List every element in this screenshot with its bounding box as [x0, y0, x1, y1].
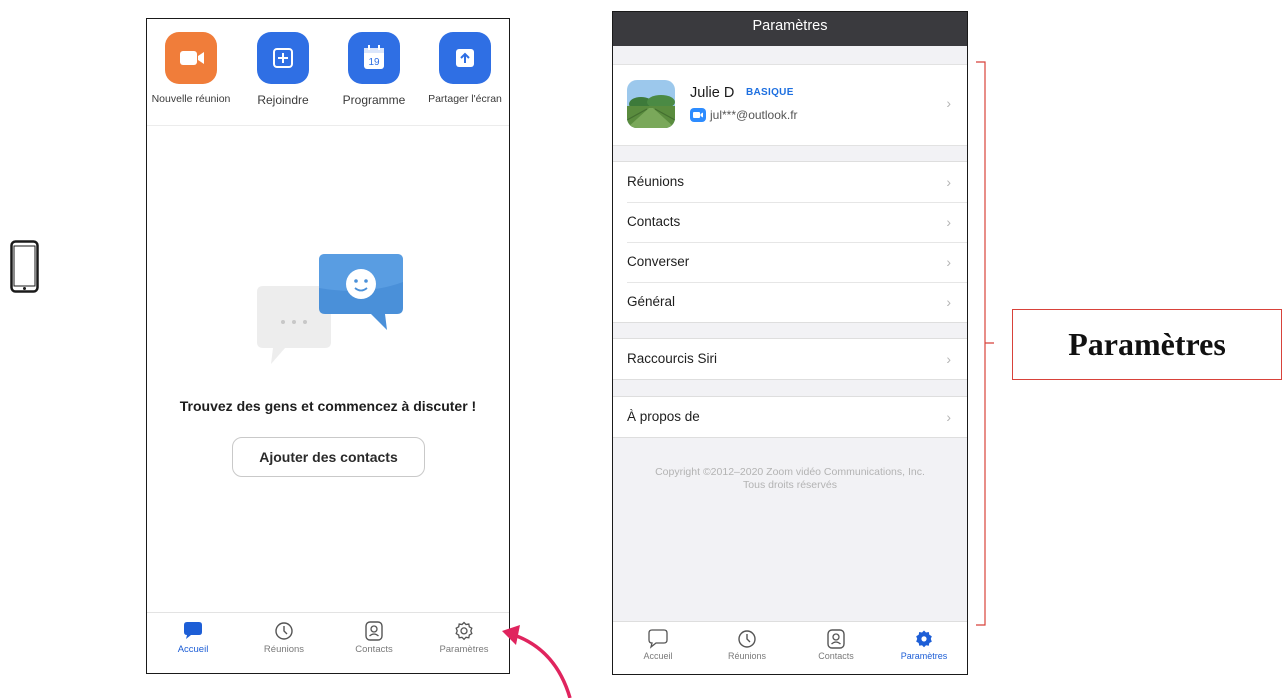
- quick-actions-bar: Nouvelle réunion Rejoindre 19 Programme: [147, 19, 509, 126]
- chat-illustration: [257, 254, 403, 364]
- tab-settings[interactable]: Paramètres: [424, 621, 504, 655]
- tab-meetings[interactable]: Réunions: [707, 629, 787, 661]
- tab-home-label: Accueil: [643, 651, 673, 661]
- chevron-right-icon: ›: [946, 294, 951, 310]
- settings-item-contacts[interactable]: Contacts ›: [613, 202, 967, 242]
- chat-bubble-icon: [184, 622, 202, 639]
- new-meeting-label: Nouvelle réunion: [151, 93, 231, 105]
- tab-contacts[interactable]: Contacts: [796, 629, 876, 661]
- join-button[interactable]: Rejoindre: [238, 32, 328, 107]
- bottom-nav: Accueil Réunions Contacts Paramètres: [147, 612, 509, 673]
- chevron-right-icon: ›: [946, 351, 951, 367]
- new-meeting-button[interactable]: Nouvelle réunion: [147, 32, 236, 105]
- settings-group-about: À propos de ›: [613, 396, 967, 438]
- tab-home-label: Accueil: [177, 644, 209, 655]
- video-camera-icon: [165, 32, 217, 84]
- avatar: [627, 80, 675, 128]
- profile-row[interactable]: Julie D BASIQUE jul***@outlook.fr ›: [613, 64, 967, 146]
- calendar-icon: 19: [348, 32, 400, 84]
- chevron-right-icon: ›: [946, 254, 951, 270]
- profile-email: jul***@outlook.fr: [710, 108, 798, 122]
- copyright-line-2: Tous droits réservés: [743, 479, 837, 491]
- contact-card-icon: [365, 621, 383, 641]
- settings-item-about[interactable]: À propos de ›: [613, 397, 967, 437]
- zoom-video-icon: [690, 108, 706, 122]
- chevron-right-icon: ›: [946, 409, 951, 425]
- settings-item-meetings[interactable]: Réunions ›: [613, 162, 967, 202]
- tab-meetings-label: Réunions: [727, 651, 767, 661]
- settings-callout-label: Paramètres: [1012, 309, 1282, 380]
- tab-contacts-label: Contacts: [355, 644, 393, 655]
- tab-contacts[interactable]: Contacts: [334, 621, 414, 655]
- curved-arrow-icon: [502, 625, 572, 698]
- tab-contacts-label: Contacts: [818, 651, 854, 661]
- settings-item-general[interactable]: Général ›: [613, 282, 967, 322]
- settings-item-label: Réunions: [627, 174, 685, 189]
- profile-name: Julie D: [690, 85, 735, 101]
- empty-state-title: Trouvez des gens et commencez à discuter…: [179, 398, 477, 414]
- tab-settings[interactable]: Paramètres: [884, 629, 964, 661]
- calendar-day: 19: [368, 57, 380, 68]
- annotation-bracket: [976, 61, 994, 626]
- tab-home[interactable]: Accueil: [618, 629, 698, 661]
- settings-item-label: Converser: [627, 254, 690, 269]
- settings-group-main: Réunions › Contacts › Converser › Généra…: [613, 161, 967, 323]
- settings-item-siri-shortcuts[interactable]: Raccourcis Siri ›: [613, 339, 967, 379]
- plan-badge: BASIQUE: [746, 87, 794, 98]
- gear-icon: [455, 621, 473, 641]
- gear-icon: [916, 630, 932, 648]
- copyright-text: Copyright ©2012–2020 Zoom vidéo Communic…: [613, 466, 967, 492]
- home-screen: Nouvelle réunion Rejoindre 19 Programme: [146, 18, 510, 674]
- settings-item-label: Contacts: [627, 214, 681, 229]
- share-screen-button[interactable]: Partager l'écran: [420, 32, 509, 105]
- contact-card-icon: [827, 629, 845, 649]
- share-screen-label: Partager l'écran: [428, 93, 502, 105]
- plus-icon: [257, 32, 309, 84]
- tab-meetings[interactable]: Réunions: [244, 621, 324, 655]
- settings-item-label: À propos de: [627, 409, 700, 424]
- chevron-right-icon: ›: [946, 214, 951, 230]
- settings-group-siri: Raccourcis Siri ›: [613, 338, 967, 380]
- tab-home[interactable]: Accueil: [153, 621, 233, 655]
- bottom-nav: Accueil Réunions Contacts Paramètres: [613, 621, 967, 674]
- chevron-right-icon: ›: [946, 95, 951, 111]
- smartphone-icon: [10, 240, 39, 293]
- schedule-label: Programme: [342, 93, 406, 107]
- join-label: Rejoindre: [257, 93, 309, 107]
- clock-icon: [738, 630, 756, 648]
- settings-item-label: Général: [627, 294, 676, 309]
- tab-settings-label: Paramètres: [439, 644, 489, 655]
- settings-header: Paramètres: [613, 12, 967, 46]
- settings-item-chat[interactable]: Converser ›: [613, 242, 967, 282]
- share-up-arrow-icon: [439, 32, 491, 84]
- schedule-button[interactable]: 19 Programme: [329, 32, 419, 107]
- tab-settings-label: Paramètres: [900, 651, 948, 661]
- tab-meetings-label: Réunions: [263, 644, 305, 655]
- copyright-line-1: Copyright ©2012–2020 Zoom vidéo Communic…: [655, 466, 925, 478]
- add-contacts-button[interactable]: Ajouter des contacts: [232, 437, 425, 477]
- settings-screen: Paramètres Julie D BASIQUE jul***@outloo…: [612, 11, 968, 675]
- chevron-right-icon: ›: [946, 174, 951, 190]
- clock-icon: [275, 622, 293, 640]
- settings-item-label: Raccourcis Siri: [627, 351, 718, 366]
- chat-bubble-icon: [648, 629, 668, 649]
